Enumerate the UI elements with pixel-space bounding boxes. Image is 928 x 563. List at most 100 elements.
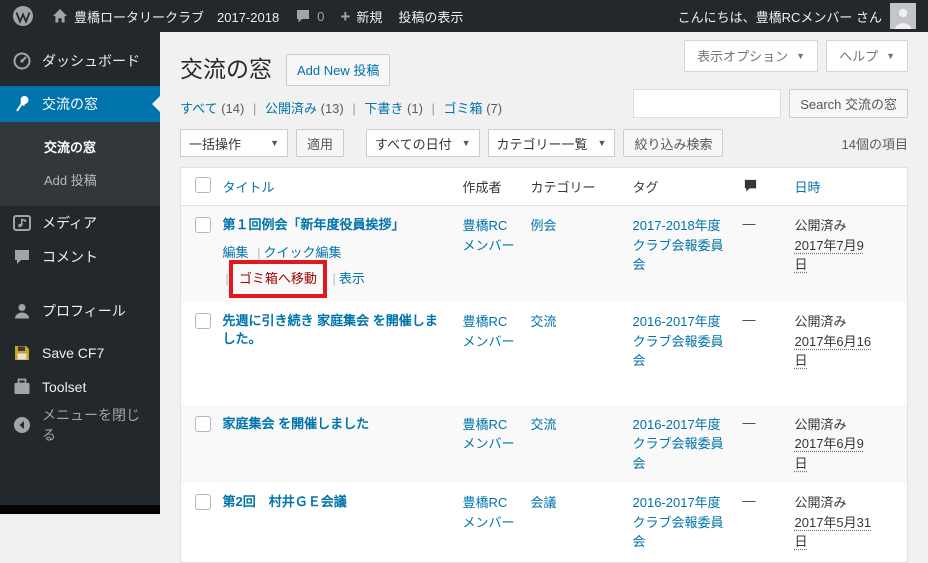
post-title-link[interactable]: 先週に引き続き 家庭集会 を開催しました。 <box>223 313 438 346</box>
row-checkbox[interactable] <box>195 494 211 511</box>
comments-icon <box>15 250 29 264</box>
post-title-link[interactable]: 家庭集会 を開催しました <box>223 416 370 431</box>
submenu-item-add-post[interactable]: Add 投稿 <box>0 163 160 196</box>
dashboard-icon <box>13 52 31 70</box>
tag-link[interactable]: 2016-2017年度 クラブ会報委員会 <box>633 314 724 368</box>
view-link[interactable]: 表示 <box>339 271 365 286</box>
site-home-link[interactable]: 豊橋ロータリークラブ 2017-2018 <box>52 7 279 26</box>
briefcase-icon <box>14 378 30 394</box>
screen-options-button[interactable]: 表示オプション ▼ <box>684 40 819 72</box>
table-header-row: タイトル 作成者 カテゴリー タグ 日時 <box>180 167 908 206</box>
collapse-menu-button[interactable]: メニューを閉じる <box>0 407 160 443</box>
collapse-arrow-icon <box>14 417 30 433</box>
tag-link[interactable]: 2017-2018年度 クラブ会報委員会 <box>633 218 724 272</box>
search-button[interactable]: Search 交流の窓 <box>789 89 908 118</box>
post-status: 公開済み <box>794 314 847 330</box>
sidebar-item-media[interactable]: メディア <box>0 206 160 240</box>
comment-bubble-icon <box>744 179 756 192</box>
table-row: 家庭集会 を開催しました 豊橋RCメンバー 交流 2016-2017年度 クラブ… <box>180 404 908 484</box>
post-date: 2017年7月9日 <box>794 237 864 273</box>
row-checkbox[interactable] <box>195 415 211 432</box>
table-toolbar: 一括操作 ▼ 適用 すべての日付 ▼ カテゴリー一覧 ▼ 絞り込み検索 14個の… <box>180 129 908 157</box>
row-actions: 編集 | クイック編集 | ゴミ箱へ移動 | 表示 <box>223 240 447 299</box>
help-button[interactable]: ヘルプ ▼ <box>826 40 908 72</box>
comment-count-dash: — <box>742 493 756 509</box>
filter-draft[interactable]: 下書き <box>364 101 403 116</box>
column-header-title[interactable]: タイトル <box>214 167 455 206</box>
annotation-box: ゴミ箱へ移動 <box>228 260 327 299</box>
chevron-down-icon: ▼ <box>796 50 806 61</box>
author-link[interactable]: 豊橋RCメンバー <box>463 417 515 452</box>
submenu-item-kouryu-list[interactable]: 交流の窓 <box>0 130 160 163</box>
filter-button[interactable]: 絞り込み検索 <box>623 129 724 157</box>
admin-sidebar: ダッシュボード 交流の窓 交流の窓 Add 投稿 メディア コメント プロフィー… <box>0 32 160 514</box>
menu-separator <box>0 328 160 336</box>
row-checkbox[interactable] <box>195 313 211 330</box>
category-link[interactable]: 交流 <box>531 314 557 329</box>
sidebar-item-toolset[interactable]: Toolset <box>0 370 160 404</box>
post-date: 2017年5月31日 <box>794 514 872 550</box>
tag-link[interactable]: 2016-2017年度 クラブ会報委員会 <box>633 417 724 471</box>
category-link[interactable]: 会議 <box>531 495 557 510</box>
menu-separator <box>0 274 160 294</box>
post-date: 2017年6月16日 <box>794 333 872 369</box>
table-row: 先週に引き続き 家庭集会 を開催しました。 豊橋RCメンバー 交流 2016-2… <box>181 302 908 404</box>
quick-edit-link[interactable]: クイック編集 <box>264 245 342 260</box>
column-header-date[interactable]: 日時 <box>786 167 908 206</box>
filter-trash[interactable]: ゴミ箱 <box>444 101 483 116</box>
post-status: 公開済み <box>794 218 847 233</box>
wordpress-logo-icon[interactable] <box>12 5 34 27</box>
posts-table: タイトル 作成者 カテゴリー タグ 日時 第１回例会「新年度役員挨拶」 編集 |… <box>180 167 908 563</box>
site-name: 豊橋ロータリークラブ 2017-2018 <box>74 9 280 25</box>
chevron-down-icon: ▼ <box>461 138 471 148</box>
admin-bar: 豊橋ロータリークラブ 2017-2018 0 + 新規 投稿の表示 こんにちは、… <box>0 0 928 32</box>
date-filter-select[interactable]: すべての日付 ▼ <box>366 129 480 157</box>
new-post-label: 新規 <box>356 9 383 25</box>
sidebar-item-save-cf7[interactable]: Save CF7 <box>0 336 160 370</box>
chevron-down-icon: ▼ <box>270 138 279 148</box>
post-title-link[interactable]: 第１回例会「新年度役員挨拶」 <box>223 217 405 232</box>
category-link[interactable]: 例会 <box>531 218 557 233</box>
plus-icon: + <box>340 6 351 26</box>
sidebar-submenu: 交流の窓 Add 投稿 <box>0 122 160 206</box>
table-row: 第2回 村井ＧＥ会議 豊橋RCメンバー 会議 2016-2017年度 クラブ会報… <box>181 483 908 562</box>
category-link[interactable]: 交流 <box>531 417 557 432</box>
author-link[interactable]: 豊橋RCメンバー <box>463 495 515 530</box>
table-row: 第１回例会「新年度役員挨拶」 編集 | クイック編集 | ゴミ箱へ移動 | 表示 豊橋… <box>180 205 908 303</box>
category-filter-select[interactable]: カテゴリー一覧 ▼ <box>487 129 616 157</box>
avatar[interactable] <box>890 3 916 29</box>
sidebar-item-kouryu-no-mado[interactable]: 交流の窓 <box>0 86 160 122</box>
view-posts-link[interactable]: 投稿の表示 <box>398 7 463 26</box>
add-new-post-button[interactable]: Add New 投稿 <box>286 54 391 86</box>
move-to-trash-link[interactable]: ゴミ箱へ移動 <box>239 271 317 286</box>
post-status: 公開済み <box>794 495 847 511</box>
comment-count-dash: — <box>742 216 756 231</box>
select-all-checkbox[interactable] <box>195 177 211 193</box>
sidebar-item-profile[interactable]: プロフィール <box>0 294 160 328</box>
post-title-link[interactable]: 第2回 村井ＧＥ会議 <box>223 494 347 509</box>
author-link[interactable]: 豊橋RCメンバー <box>463 314 515 349</box>
page-title: 交流の窓 <box>180 56 272 83</box>
apply-button[interactable]: 適用 <box>296 129 345 157</box>
filter-published[interactable]: 公開済み <box>265 101 317 116</box>
pin-icon <box>16 96 29 112</box>
sidebar-item-comments[interactable]: コメント <box>0 240 160 274</box>
home-icon <box>53 9 67 23</box>
row-checkbox[interactable] <box>195 217 211 233</box>
user-icon <box>15 304 29 319</box>
user-account-menu[interactable]: こんにちは、豊橋RCメンバー さん <box>678 7 882 26</box>
search-input[interactable] <box>633 89 782 118</box>
edit-link[interactable]: 編集 <box>223 245 249 260</box>
tag-link[interactable]: 2016-2017年度 クラブ会報委員会 <box>633 495 724 549</box>
column-header-author: 作成者 <box>454 167 523 206</box>
author-link[interactable]: 豊橋RCメンバー <box>463 218 515 253</box>
column-header-category: カテゴリー <box>522 167 625 206</box>
sidebar-item-dashboard[interactable]: ダッシュボード <box>0 44 160 78</box>
new-post-button[interactable]: + 新規 <box>340 7 382 26</box>
comment-count-dash: — <box>742 414 756 430</box>
bulk-action-select[interactable]: 一括操作 ▼ <box>180 129 288 157</box>
comment-bubble-icon <box>297 10 310 23</box>
filter-all[interactable]: すべて <box>180 101 218 116</box>
column-header-tags: タグ <box>624 167 735 206</box>
admin-bar-comments[interactable]: 0 <box>295 8 324 24</box>
